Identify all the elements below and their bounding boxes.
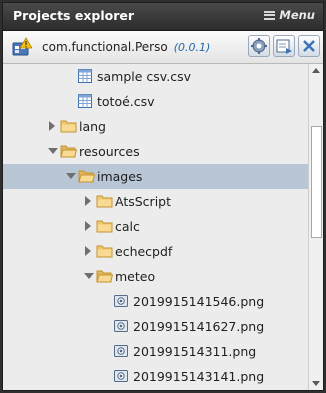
tree-item-label: 2019915143141.png: [133, 369, 265, 384]
collapse-arrow-icon[interactable]: [48, 148, 58, 154]
project-version: (0.0.1): [173, 41, 211, 54]
open-folder-icon: [96, 270, 113, 283]
expand-arrow-icon[interactable]: [85, 246, 91, 256]
csv-file-icon: [78, 69, 92, 83]
tree-item-label: resources: [79, 144, 140, 159]
project-export-button[interactable]: [273, 35, 295, 57]
panel-titlebar: Projects explorer Menu: [3, 3, 323, 31]
settings-icon: [251, 38, 267, 54]
tree-item-label: meteo: [115, 269, 156, 284]
image-file-icon: [114, 370, 128, 382]
image-file-icon: [114, 295, 128, 307]
scrollbar-thumb[interactable]: [311, 126, 322, 238]
projects-explorer-panel: Projects explorer Menu com.functional.Pe…: [2, 2, 324, 391]
tree-item-sample-csv[interactable]: sample csv.csv: [3, 64, 308, 89]
project-close-button[interactable]: [298, 35, 320, 57]
scroll-up-arrow-icon[interactable]: [312, 68, 320, 73]
image-file-icon: [114, 345, 128, 357]
expand-arrow-icon[interactable]: [49, 121, 55, 131]
collapse-arrow-icon[interactable]: [66, 173, 76, 179]
menu-button[interactable]: Menu: [264, 8, 315, 22]
tree-item-png-file[interactable]: 201991514311.png: [3, 339, 308, 364]
tree-item-label: 2019915141546.png: [133, 294, 265, 309]
tree-scrollbar[interactable]: [308, 64, 323, 390]
tree-item-label: AtsScript: [115, 194, 171, 209]
project-name[interactable]: com.functional.Perso (0.0.1): [42, 40, 210, 54]
tree-item-images[interactable]: images: [3, 164, 308, 189]
tree-item-totoe-csv[interactable]: totoé.csv: [3, 89, 308, 114]
project-tree: sample csv.csv totoé.csv lang resources …: [3, 64, 308, 390]
tree-item-meteo[interactable]: meteo: [3, 264, 308, 289]
expand-arrow-icon[interactable]: [85, 221, 91, 231]
open-folder-icon: [60, 145, 77, 158]
tree-item-png-file[interactable]: 2019915143141.png: [3, 364, 308, 389]
folder-icon: [60, 120, 77, 133]
scroll-down-arrow-icon[interactable]: [312, 381, 320, 386]
tree-item-label: sample csv.csv: [97, 69, 191, 84]
tree-item-label: totoé.csv: [97, 94, 155, 109]
tree-item-label: lang: [79, 119, 106, 134]
tree-item-label: calc: [115, 219, 140, 234]
menu-label: Menu: [279, 8, 315, 22]
tree-item-label: 201991514311.png: [133, 344, 257, 359]
tree-item-echecpdf[interactable]: echecpdf: [3, 239, 308, 264]
csv-file-icon: [78, 94, 92, 108]
export-icon: [276, 39, 292, 54]
image-file-icon: [114, 320, 128, 332]
project-warning-icon[interactable]: [12, 37, 32, 57]
tree-item-lang[interactable]: lang: [3, 114, 308, 139]
tree-item-png-file[interactable]: 2019915141546.png: [3, 289, 308, 314]
tree-item-calc[interactable]: calc: [3, 214, 308, 239]
close-icon: [303, 40, 315, 52]
tree-item-resources[interactable]: resources: [3, 139, 308, 164]
project-bar: com.functional.Perso (0.0.1): [3, 31, 323, 64]
hamburger-icon: [264, 10, 276, 20]
folder-icon: [96, 195, 113, 208]
tree-item-atsscript[interactable]: AtsScript: [3, 189, 308, 214]
panel-title: Projects explorer: [13, 8, 135, 23]
project-settings-button[interactable]: [248, 35, 270, 57]
tree-item-label: images: [97, 169, 143, 184]
expand-arrow-icon[interactable]: [85, 196, 91, 206]
project-name-text: com.functional.Perso: [42, 40, 168, 54]
folder-icon: [96, 220, 113, 233]
open-folder-icon: [78, 170, 95, 183]
tree-item-label: 2019915141627.png: [133, 319, 265, 334]
tree-item-label: echecpdf: [115, 244, 173, 259]
tree-item-png-file[interactable]: 2019915141627.png: [3, 314, 308, 339]
collapse-arrow-icon[interactable]: [84, 273, 94, 279]
folder-icon: [96, 245, 113, 258]
